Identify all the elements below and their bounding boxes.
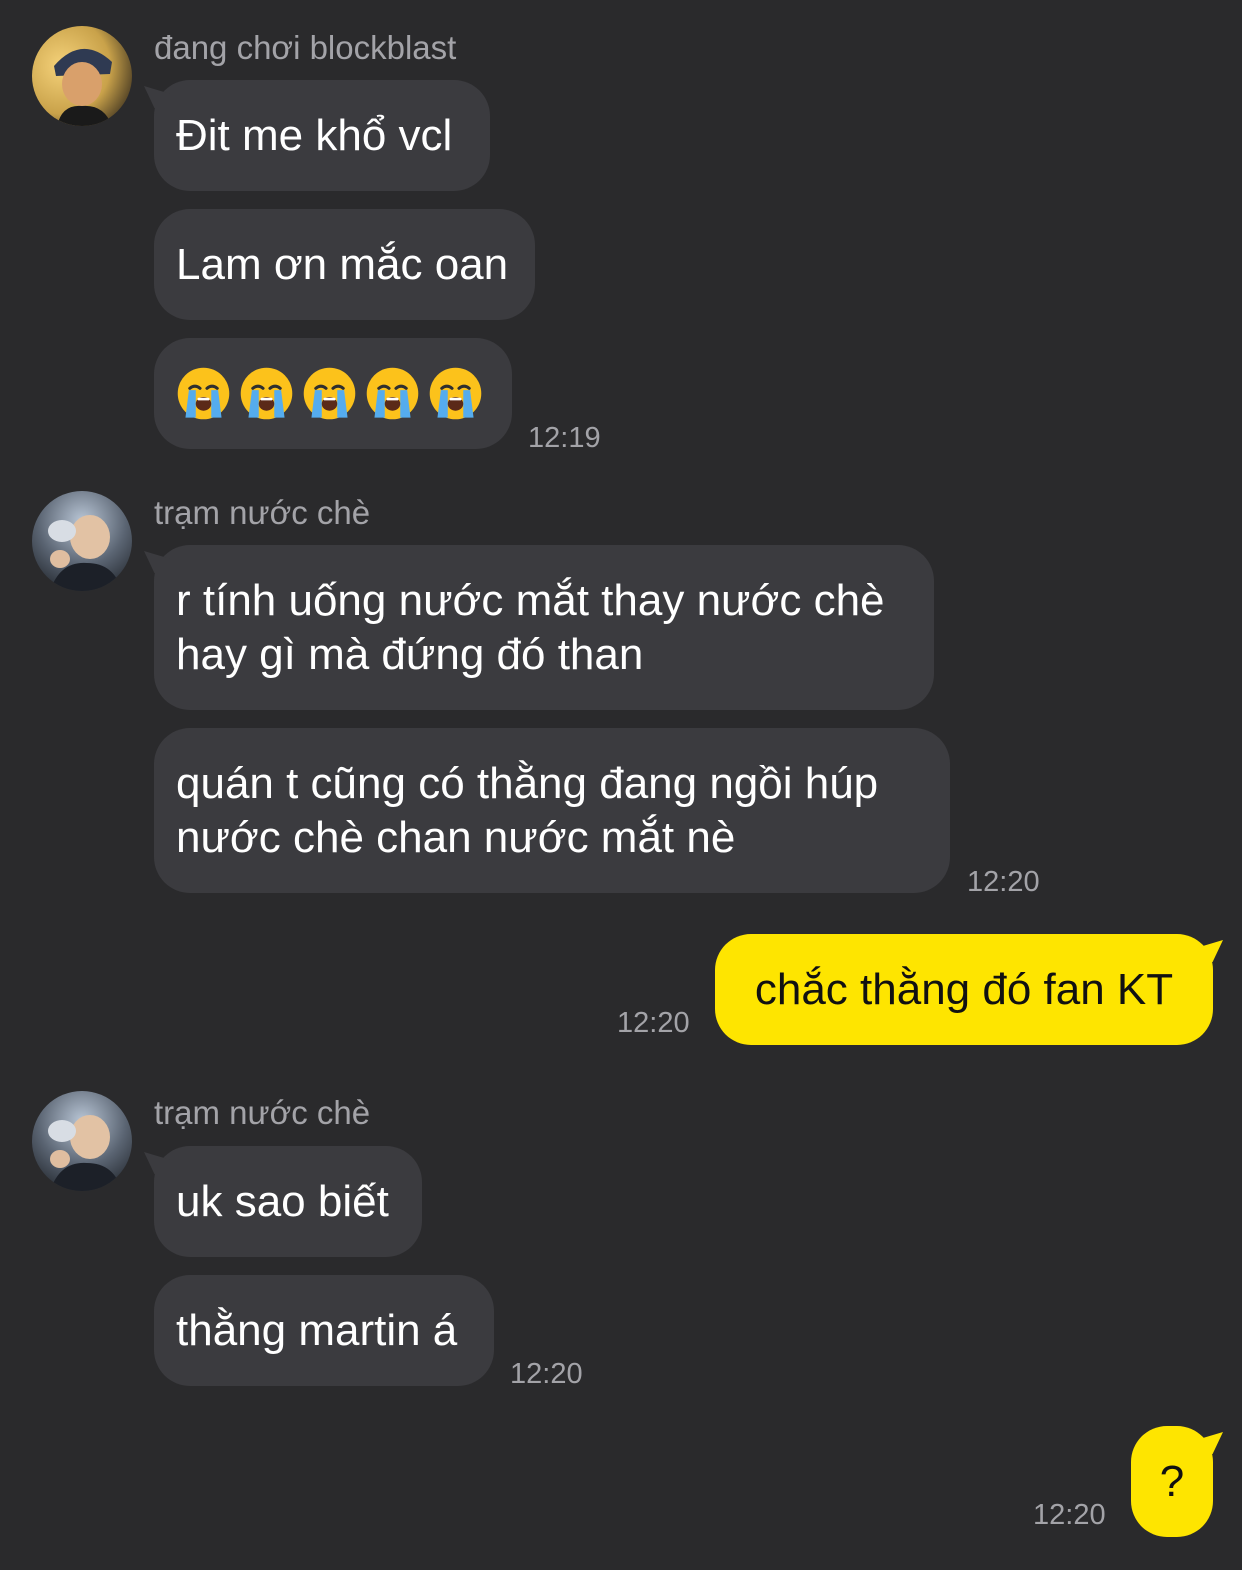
- message-bubble[interactable]: quán t cũng có thằng đang ngồi húp nước …: [154, 728, 950, 893]
- message-bubble[interactable]: thằng martin á: [154, 1275, 494, 1386]
- message-text: thằng martin á: [176, 1305, 458, 1355]
- message-text: quán t cũng có thằng đang ngồi húp nước …: [176, 758, 879, 862]
- sender-name: trạm nước chè: [154, 1094, 371, 1131]
- message-text: uk sao biết: [176, 1176, 389, 1226]
- message-bubble[interactable]: [154, 338, 512, 449]
- my-message-bubble[interactable]: ?: [1131, 1426, 1213, 1537]
- message-bubble[interactable]: r tính uống nước mắt thay nước chè hay g…: [154, 545, 934, 710]
- my-message-bubble[interactable]: chắc thằng đó fan KT: [715, 934, 1213, 1045]
- message-timestamp: 12:19: [528, 422, 601, 454]
- sender-name: đang chơi blockblast: [154, 29, 457, 66]
- message-bubble[interactable]: uk sao biết: [154, 1146, 422, 1257]
- loudly-crying-face-icon: [429, 367, 482, 420]
- loudly-crying-face-icon: [177, 367, 230, 420]
- message-timestamp: 12:20: [617, 1007, 690, 1039]
- message-text: chắc thằng đó fan KT: [754, 964, 1174, 1014]
- message-text: ?: [1159, 1456, 1185, 1506]
- message-text: r tính uống nước mắt thay nước chè hay g…: [176, 575, 885, 679]
- profile-photo-icon: [32, 1091, 132, 1191]
- loudly-crying-face-icon: [303, 367, 356, 420]
- message-text: Lam ơn mắc oan: [176, 239, 509, 289]
- avatar[interactable]: [32, 26, 132, 126]
- message-bubble[interactable]: Lam ơn mắc oan: [154, 209, 535, 320]
- sender-name: trạm nước chè: [154, 494, 371, 531]
- emoji-row: [176, 366, 483, 421]
- loudly-crying-face-icon: [240, 367, 293, 420]
- message-bubble[interactable]: Đit me khổ vcl: [154, 80, 490, 191]
- avatar[interactable]: [32, 1091, 132, 1191]
- profile-photo-icon: [32, 491, 132, 591]
- loudly-crying-face-icon: [366, 367, 419, 420]
- avatar[interactable]: [32, 491, 132, 591]
- message-text: Đit me khổ vcl: [176, 110, 453, 160]
- message-timestamp: 12:20: [967, 866, 1040, 898]
- profile-photo-icon: [32, 26, 132, 126]
- message-timestamp: 12:20: [1033, 1499, 1106, 1531]
- message-timestamp: 12:20: [510, 1358, 583, 1390]
